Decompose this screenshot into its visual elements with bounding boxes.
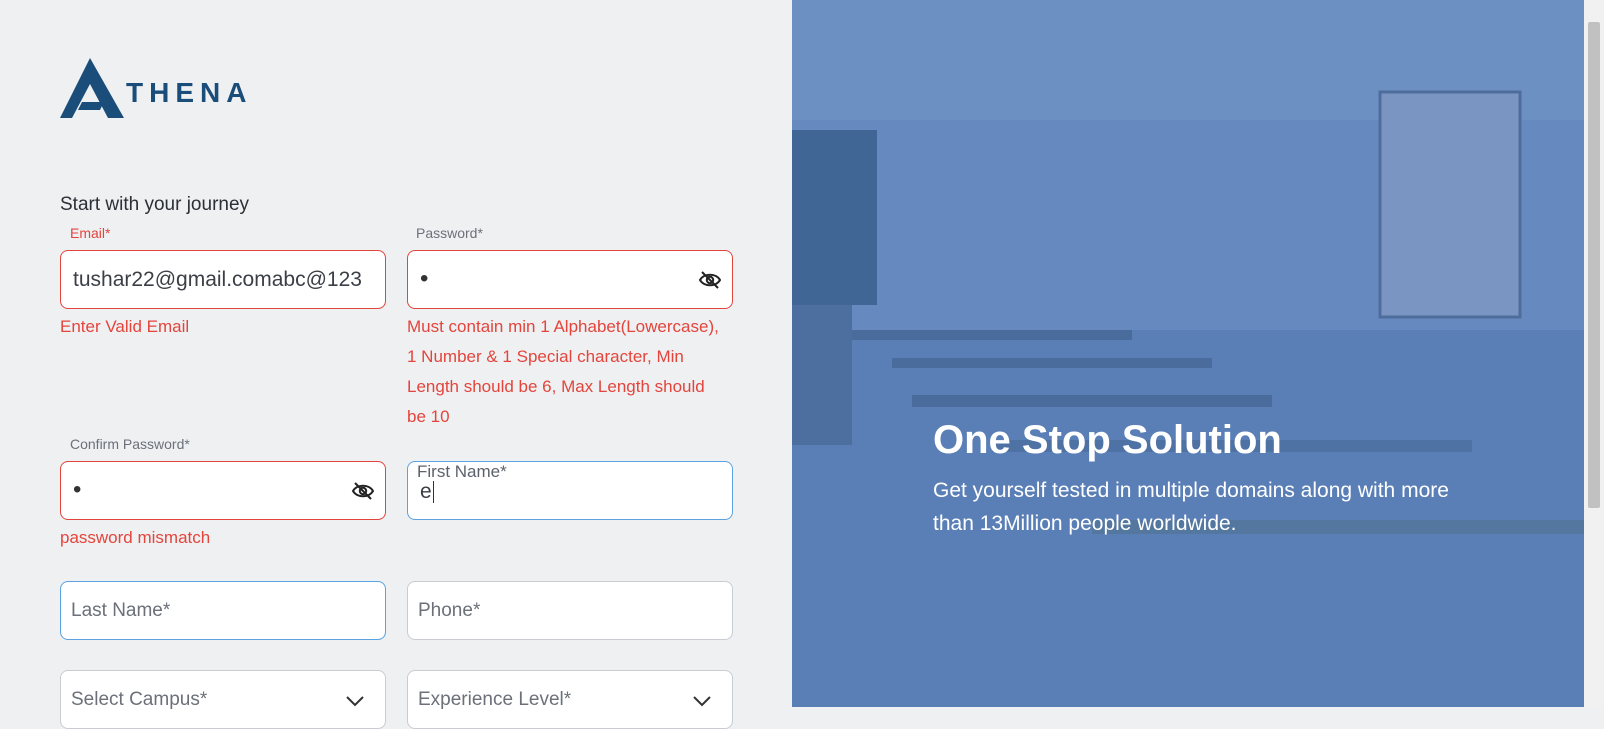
campus-placeholder: Select Campus* [71, 689, 208, 710]
email-error: Enter Valid Email [60, 317, 190, 336]
brand-name: THENA [126, 77, 253, 108]
last-name-placeholder: Last Name* [71, 600, 171, 621]
email-label: Email* [70, 225, 111, 241]
campus-select[interactable]: Select Campus* [60, 670, 386, 729]
confirm-password-label: Confirm Password* [70, 436, 190, 452]
password-label: Password* [416, 225, 483, 241]
hero-text: Get yourself tested in multiple domains … [933, 479, 1449, 535]
password-error-line: Must contain min 1 Alphabet(Lowercase), [407, 317, 719, 336]
password-value: • [420, 265, 429, 292]
scrollbar-thumb[interactable] [1588, 22, 1600, 508]
confirm-password-error: password mismatch [60, 528, 211, 547]
password-error: Must contain min 1 Alphabet(Lowercase), … [407, 312, 747, 432]
phone-field[interactable]: Phone* [407, 581, 733, 640]
hero-panel [792, 0, 1584, 707]
confirm-password-field[interactable]: • [60, 461, 386, 520]
eye-off-icon[interactable] [351, 480, 375, 502]
athena-logo-mark-icon [60, 58, 124, 118]
classroom-background-image [792, 0, 1584, 707]
email-field[interactable]: tushar22@gmail.comabc@123 [60, 250, 386, 309]
experience-select[interactable]: Experience Level* [407, 670, 733, 729]
hero-title: One Stop Solution [933, 418, 1282, 462]
confirm-password-value: • [73, 476, 82, 503]
eye-off-icon[interactable] [698, 269, 722, 291]
last-name-field[interactable]: Last Name* [60, 581, 386, 640]
chevron-down-icon [693, 696, 711, 707]
scrollbar[interactable] [1584, 0, 1604, 707]
chevron-down-icon [346, 696, 364, 707]
experience-placeholder: Experience Level* [418, 689, 572, 710]
first-name-field[interactable]: First Name* e [407, 461, 733, 520]
first-name-value: e [420, 480, 434, 504]
password-error-line: Length should be 6, Max Length should [407, 377, 705, 396]
form-subtitle: Start with your journey [60, 194, 250, 215]
first-name-label: First Name* [417, 462, 507, 481]
password-error-line: be 10 [407, 407, 450, 426]
athena-logo: THENA [60, 58, 252, 120]
password-field[interactable]: • [407, 250, 733, 309]
phone-placeholder: Phone* [418, 600, 481, 621]
signup-panel: THENA Start with your journey Email* tus… [0, 0, 792, 729]
email-value: tushar22@gmail.comabc@123 [73, 268, 362, 291]
password-error-line: 1 Number & 1 Special character, Min [407, 347, 684, 366]
